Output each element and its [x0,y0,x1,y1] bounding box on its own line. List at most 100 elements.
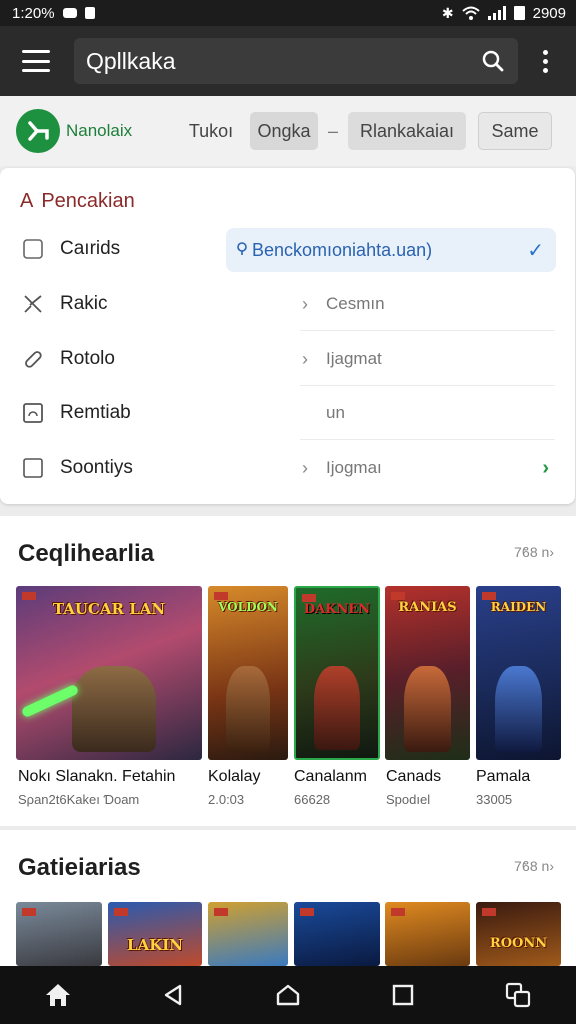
search-text: Qpllkaka [86,47,176,74]
badge-icon [114,908,128,916]
badge-icon [482,592,496,600]
logo-icon [28,121,49,141]
row-value-5: Ijogmaı [326,458,382,477]
status-time: 1:20% [12,4,55,22]
chevron-right-icon: › [302,457,308,478]
game-poster-title: VOLDON [218,600,278,614]
back-nav-button[interactable] [153,975,193,1015]
game-title[interactable]: Nokı Slanakn. Fetahin [18,768,175,786]
badge-icon [300,908,314,916]
arrow-right-icon[interactable]: › [542,457,549,480]
battery-icon [513,6,525,20]
panel-row-5[interactable]: Soontiys › Ijogmaı › [0,441,575,495]
search-panel: A Pencakian Benckomıoniahta.uan) ✓ Caıri… [0,168,575,504]
back-icon [164,984,181,1006]
status-battery-text: 2909 [532,4,566,22]
filter-chip-3[interactable]: Rlankakaiaı [348,112,466,150]
home-nav-button[interactable] [38,975,78,1015]
section-more-link[interactable]: 7ϐ8 n› [514,858,554,874]
status-bar: 1:20% ✱ 2909 [0,0,576,26]
wifi-icon [461,6,480,20]
game-poster-title: ROONN [489,936,548,951]
more-options-icon[interactable] [530,46,560,76]
game-title[interactable]: Kolalay [208,768,260,786]
filter-chip-1[interactable]: Tukoı [180,112,242,150]
section-more-link[interactable]: 7ϐ8 n› [514,544,554,560]
filter-chip-4[interactable]: Same [478,112,552,150]
status-right: ✱ 2909 [442,5,566,22]
row-divider [300,330,555,331]
game-card[interactable]: ROONN [476,902,561,966]
row-value-3: Ijagmat [326,349,382,368]
switch-apps-nav-button[interactable] [498,975,538,1015]
game-poster-title: DAKNEN [303,602,371,617]
badge-icon [22,908,36,916]
checkbox-icon[interactable] [22,457,44,479]
badge-icon [482,908,496,916]
game-character [494,666,543,752]
game-card[interactable] [385,902,470,966]
game-character [71,666,156,752]
game-card[interactable]: RAIDEN [476,586,561,760]
game-character [225,666,271,752]
bluetooth-icon: ✱ [441,4,454,21]
recents-nav-button[interactable] [383,975,423,1015]
logo-name: Nanolaix [66,121,133,140]
app-bar: Qpllkaka [0,26,576,96]
game-character [314,666,360,750]
badge-icon [391,592,405,600]
section-categories: Gatieiarias 7ϐ8 n› LAKIN ROONN [0,830,576,966]
lock-icon [84,7,95,19]
game-card[interactable]: LAKIN [108,902,202,966]
panel-row-1[interactable]: Caırids [0,222,575,276]
game-title[interactable]: Canads [386,768,441,786]
game-card[interactable]: VOLDON [208,586,288,760]
badge-icon [214,908,228,916]
cross-tool-icon [22,293,44,315]
row-label-5: Soontiys [60,457,133,478]
game-title[interactable]: Canalanm [294,768,367,786]
row-value-4: un [326,403,345,422]
game-subtitle: 66628 [294,792,331,807]
game-title[interactable]: Pamala [476,768,530,786]
link-icon [22,348,44,370]
game-character [403,666,452,752]
game-poster-title: RAIDEN [490,600,547,614]
panel-title-text: Pencakian [41,190,135,212]
home-circle-nav-button[interactable] [268,975,308,1015]
chevron-right-icon: › [302,293,308,314]
row-label-3: Rotolo [60,348,115,369]
row-divider [300,439,555,440]
game-card[interactable]: RANIAS [385,586,470,760]
game-subtitle: 33005 [476,792,513,807]
badge-icon [302,594,316,602]
signal-icon [487,6,506,20]
app-logo[interactable] [16,109,60,153]
game-poster-title: TAUCAR LAN [52,600,166,618]
row-label-2: Rakic [60,293,108,314]
game-card[interactable]: TAUCAR LAN [16,586,202,760]
filter-separator: – [327,120,338,141]
game-subtitle: Spodıel [386,792,431,807]
row-label-1: Caırids [60,238,121,259]
menu-icon[interactable] [22,50,50,72]
game-subtitle: Sρan2t6Kakeı Ɗoam [18,792,140,807]
frame-icon [22,402,44,424]
recents-icon [392,984,414,1006]
row-value-2: Cesmın [326,294,385,313]
panel-row-3[interactable]: Rotolo › Ijagmat [0,332,575,386]
badge-icon [391,908,405,916]
panel-row-4[interactable]: Remtiab un [0,386,575,440]
game-card[interactable]: DAKNEN [294,586,380,760]
game-card[interactable] [208,902,288,966]
home-icon [45,984,70,1006]
panel-title: A Pencakian [20,190,135,213]
game-card[interactable] [16,902,102,966]
search-input[interactable]: Qpllkaka [74,38,518,84]
filter-chip-2[interactable]: Ongka [250,112,318,150]
game-card[interactable] [294,902,380,966]
checkbox-icon[interactable] [22,238,44,260]
panel-row-2[interactable]: Rakic › Cesmın [0,277,575,331]
search-icon[interactable] [482,50,504,72]
chevron-right-icon: › [302,348,308,369]
